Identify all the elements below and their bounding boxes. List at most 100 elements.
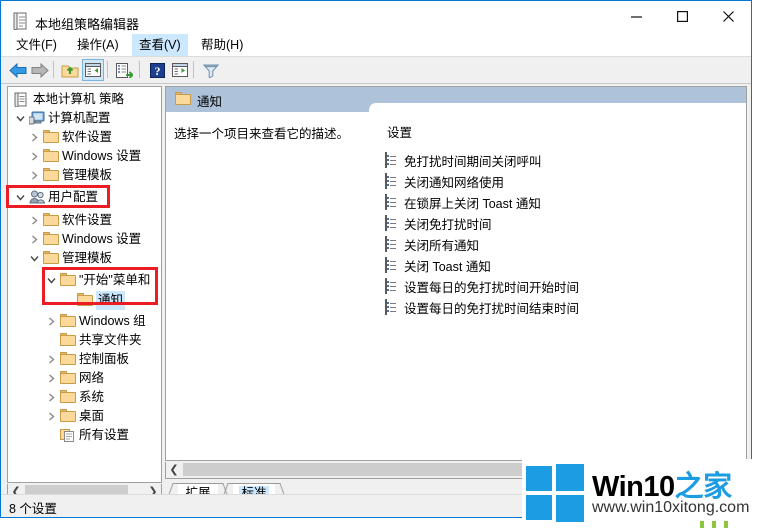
- scroll-icon: [14, 92, 30, 108]
- list-item-label: 关闭免打扰时间: [404, 218, 492, 232]
- chevron-right-icon[interactable]: [28, 147, 41, 166]
- sidebar-item-label: 用户配置: [48, 190, 99, 204]
- sidebar-item-label: 网络: [79, 371, 105, 385]
- sidebar-item-label: 系统: [79, 390, 105, 404]
- chevron-down-icon[interactable]: [45, 271, 58, 290]
- list-item-label: 设置每日的免打扰时间结束时间: [404, 302, 580, 316]
- menu-view[interactable]: 查看(V): [132, 34, 188, 56]
- decoration-dot: [700, 521, 704, 528]
- sidebar-item-label: "开始"菜单和: [79, 273, 151, 287]
- folder-icon: [43, 168, 59, 183]
- sidebar-item-label: 桌面: [79, 409, 105, 423]
- up-folder-icon[interactable]: [59, 59, 81, 81]
- watermark-url: www.win10xitong.com: [592, 499, 750, 516]
- scroll-left-button[interactable]: ❮: [166, 462, 182, 477]
- chevron-right-icon[interactable]: [45, 388, 58, 407]
- list-item-label: 关闭所有通知: [404, 239, 480, 253]
- folder-icon: [60, 314, 76, 329]
- console-tree[interactable]: 本地计算机 策略 计算机配置 软件设置 Windows 设置 管理模板 用户配置…: [7, 86, 162, 483]
- chevron-right-icon[interactable]: [45, 369, 58, 388]
- svg-text:?: ?: [154, 64, 160, 78]
- chevron-right-icon[interactable]: [28, 128, 41, 147]
- description-panel: 选择一个项目来查看它的描述。: [166, 112, 369, 460]
- windows-logo-icon: [526, 464, 584, 522]
- chevron-right-icon[interactable]: [45, 407, 58, 426]
- folder-icon: [60, 333, 76, 348]
- filter-icon[interactable]: [200, 59, 222, 81]
- description-text: 选择一个项目来查看它的描述。: [174, 127, 350, 141]
- policy-setting-icon: [385, 194, 396, 210]
- chevron-right-icon[interactable]: [28, 230, 41, 249]
- policy-setting-icon: [385, 236, 396, 252]
- menu-action[interactable]: 操作(A): [70, 34, 126, 56]
- maximize-button[interactable]: [659, 1, 705, 32]
- sidebar-item-label: 管理模板: [62, 168, 113, 182]
- scrollbar-thumb[interactable]: [183, 463, 536, 476]
- list-item-label: 设置每日的免打扰时间开始时间: [404, 281, 580, 295]
- computer-icon: [28, 111, 45, 126]
- folder-icon: [43, 130, 59, 145]
- sidebar-item-label: 管理模板: [62, 251, 113, 265]
- sidebar-item-label: 软件设置: [62, 213, 113, 227]
- sidebar-item-label: 通知: [96, 291, 126, 310]
- list-item-label: 关闭通知网络使用: [404, 176, 505, 190]
- chevron-right-icon[interactable]: [45, 350, 58, 369]
- folder-icon: [43, 213, 59, 228]
- minimize-button[interactable]: [613, 1, 659, 32]
- help-icon[interactable]: ?: [146, 59, 168, 81]
- user-icon: [29, 190, 46, 205]
- toolbar: ?: [1, 56, 751, 84]
- chevron-down-icon[interactable]: [14, 109, 27, 128]
- menu-bar: 文件(F) 操作(A) 查看(V) 帮助(H): [1, 34, 751, 56]
- folder-icon: [60, 390, 76, 405]
- show-tree-icon[interactable]: [82, 59, 104, 81]
- folder-icon: [60, 352, 76, 367]
- sidebar-item-label: 计算机配置: [48, 111, 111, 125]
- decoration-dot: [724, 521, 728, 528]
- settings-list[interactable]: 设置 免打扰时间期间关闭呼叫 关闭通知网络使用 在锁屏上关闭 Toast 通知 …: [369, 103, 746, 460]
- sidebar-item-label: 所有设置: [79, 428, 130, 442]
- policy-setting-icon: [385, 173, 396, 189]
- decoration-dot: [712, 521, 716, 528]
- site-watermark: Win10之家 www.win10xitong.com: [522, 459, 759, 529]
- menu-help[interactable]: 帮助(H): [194, 34, 250, 56]
- list-item-label: 免打扰时间期间关闭呼叫: [404, 155, 542, 169]
- sidebar-item-label: Windows 设置: [62, 232, 142, 246]
- export-list-icon[interactable]: [113, 59, 135, 81]
- list-item-label: 关闭 Toast 通知: [404, 260, 491, 274]
- folder-icon: [60, 409, 76, 424]
- menu-file[interactable]: 文件(F): [9, 34, 64, 56]
- policy-setting-icon: [385, 152, 396, 168]
- chevron-right-icon[interactable]: [45, 312, 58, 331]
- chevron-down-icon[interactable]: [14, 188, 27, 207]
- folder-icon: [60, 371, 76, 386]
- tree-root-label: 本地计算机 策略: [33, 92, 124, 106]
- chevron-right-icon[interactable]: [28, 211, 41, 230]
- list-item-label: 在锁屏上关闭 Toast 通知: [404, 197, 541, 211]
- all-settings-icon: [60, 428, 76, 443]
- column-header-setting[interactable]: 设置: [387, 122, 412, 141]
- status-text: 8 个设置: [9, 502, 57, 516]
- sidebar-item-label: Windows 组: [79, 314, 146, 328]
- sidebar-item-label: 控制面板: [79, 352, 130, 366]
- sidebar-item-label: 共享文件夹: [79, 333, 142, 347]
- folder-icon: [60, 273, 76, 288]
- sidebar-item-label: 软件设置: [62, 130, 113, 144]
- policy-setting-icon: [385, 299, 396, 315]
- policy-setting-icon: [385, 278, 396, 294]
- chevron-right-icon[interactable]: [28, 166, 41, 185]
- sidebar-item-label: Windows 设置: [62, 149, 142, 163]
- chevron-down-icon[interactable]: [28, 249, 41, 268]
- window-title: 本地组策略编辑器: [35, 17, 140, 32]
- folder-icon: [77, 293, 93, 308]
- forward-icon[interactable]: [29, 59, 51, 81]
- close-button[interactable]: [705, 1, 751, 32]
- back-icon[interactable]: [7, 59, 29, 81]
- details-header-label: 通知: [197, 95, 223, 109]
- folder-icon: [43, 251, 59, 266]
- details-pane: 通知 选择一个项目来查看它的描述。 设置 免打扰时间期间关闭呼叫 关闭通知网络使…: [165, 86, 747, 461]
- show-pane-icon[interactable]: [169, 59, 191, 81]
- folder-icon: [43, 149, 59, 164]
- folder-icon: [43, 232, 59, 247]
- policy-setting-icon: [385, 257, 396, 273]
